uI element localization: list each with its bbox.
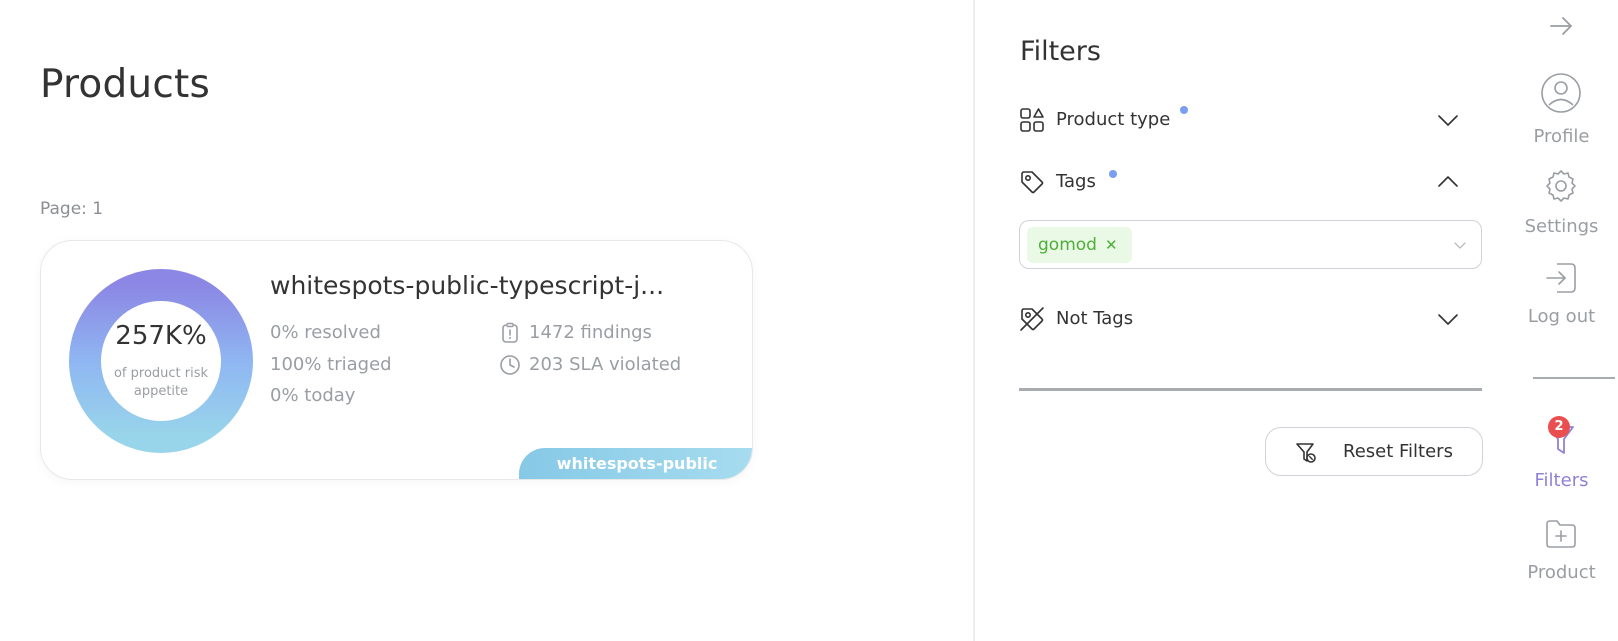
filters-separator — [1019, 388, 1482, 391]
chevron-down-icon[interactable] — [1437, 109, 1459, 131]
tag-icon — [1021, 171, 1044, 194]
page-indicator: Page: 1 — [40, 199, 104, 219]
today-stat: 0% today — [270, 385, 356, 406]
clock-icon — [500, 355, 520, 375]
filter-tags-label: Tags — [1056, 171, 1096, 192]
filter-reset-icon — [1296, 443, 1316, 463]
right-sidebar: Profile Settings Log out Filters 2 Produ… — [1505, 0, 1618, 641]
clipboard-alert-icon — [502, 322, 518, 343]
product-group-badge: whitespots-public — [519, 448, 752, 479]
triaged-stat: 100% triaged — [270, 354, 392, 375]
sidebar-divider — [1533, 377, 1615, 379]
reset-filters-button[interactable]: Reset Filters — [1265, 427, 1483, 476]
remove-tag-icon[interactable]: ✕ — [1105, 236, 1118, 254]
arrow-right-icon[interactable] — [1543, 8, 1579, 44]
chevron-down-icon[interactable] — [1453, 238, 1467, 252]
gear-icon — [1546, 170, 1576, 202]
filters-panel: Filters Product type Tags gomod ✕ Not Ta… — [975, 0, 1505, 641]
sidebar-label-profile: Profile — [1533, 126, 1590, 147]
app-root: Products Page: 1 257K% of product risk a… — [0, 0, 1618, 641]
log-out-icon — [1546, 263, 1576, 293]
sidebar-label-logout: Log out — [1527, 306, 1596, 327]
filter-not-tags[interactable]: Not Tags — [1019, 304, 1459, 334]
page-title: Products — [40, 62, 210, 107]
selected-tag-label: gomod — [1038, 235, 1097, 255]
chevron-up-icon[interactable] — [1437, 171, 1459, 193]
reset-filters-label: Reset Filters — [1343, 441, 1453, 462]
filter-product-type-label: Product type — [1056, 109, 1171, 130]
filter-product-type[interactable]: Product type — [1019, 105, 1459, 135]
chevron-down-icon[interactable] — [1437, 308, 1459, 330]
sidebar-label-settings: Settings — [1524, 216, 1599, 237]
filters-count-badge: 2 — [1548, 416, 1570, 438]
sla-violated-stat: 203 SLA violated — [529, 354, 682, 375]
resolved-stat: 0% resolved — [270, 322, 381, 343]
active-indicator-dot — [1109, 170, 1117, 178]
product-card[interactable]: 257K% of product risk appetite whitespot… — [40, 240, 753, 480]
filters-title: Filters — [1020, 36, 1101, 67]
sidebar-label-filters: Filters — [1534, 470, 1589, 491]
filter-tags[interactable]: Tags — [1019, 167, 1459, 197]
folder-plus-icon — [1546, 520, 1576, 548]
active-indicator-dot — [1180, 106, 1188, 114]
risk-donut-chart — [69, 269, 253, 453]
risk-caption: of product risk appetite — [113, 366, 209, 399]
sidebar-label-product: Product — [1527, 562, 1596, 583]
grid-icon — [1020, 108, 1044, 132]
main-area: Products Page: 1 257K% of product risk a… — [0, 0, 975, 641]
risk-value: 257K% — [115, 321, 207, 351]
findings-stat: 1472 findings — [529, 322, 652, 343]
selected-tag-chip: gomod ✕ — [1027, 227, 1132, 263]
user-icon — [1541, 73, 1581, 113]
tags-select[interactable]: gomod ✕ — [1019, 220, 1482, 269]
product-title[interactable]: whitespots-public-typescript-j... — [270, 271, 720, 300]
filter-not-tags-label: Not Tags — [1056, 308, 1134, 329]
tag-off-icon — [1020, 307, 1044, 331]
